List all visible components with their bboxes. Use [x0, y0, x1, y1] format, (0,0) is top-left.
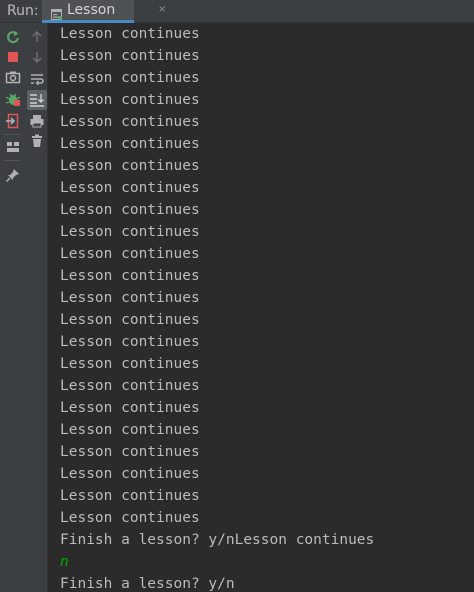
trash-icon[interactable] [29, 133, 45, 149]
console-output-line: Lesson continues [60, 488, 200, 504]
run-toolbar-left [0, 23, 25, 592]
print-icon[interactable] [29, 113, 45, 129]
console-output-line: Finish a lesson? y/nLesson continues [60, 532, 375, 548]
layout-icon[interactable] [5, 139, 21, 155]
tab-lesson[interactable]: Lesson × [42, 0, 166, 23]
console-output-line: Lesson continues [60, 48, 200, 64]
console-output-line: Lesson continues [60, 26, 200, 42]
console-output-line: Lesson continues [60, 114, 200, 130]
console-output-line: Lesson continues [60, 92, 200, 108]
console-output-line: Lesson continues [60, 466, 200, 482]
stop-icon[interactable] [5, 49, 21, 65]
tab-label: Lesson [67, 2, 116, 18]
console-output-line: Lesson continues [60, 290, 200, 306]
console-output-line: Lesson continues [60, 246, 200, 262]
console-output-line: Lesson continues [60, 422, 200, 438]
console-output-line: Lesson continues [60, 334, 200, 350]
arrow-down-icon[interactable] [29, 49, 45, 65]
scroll-to-end-icon[interactable] [27, 90, 47, 110]
console-icon [51, 5, 62, 20]
close-icon[interactable]: × [158, 4, 166, 16]
console-lines: Lesson continues Lesson continues Lesson c… [60, 23, 374, 592]
run-toolbar-right [25, 23, 48, 592]
console-output-line: Lesson continues [60, 312, 200, 328]
console-output-line: Lesson continues [60, 356, 200, 372]
exit-icon[interactable] [5, 113, 21, 129]
console-output-line: Lesson continues [60, 224, 200, 240]
camera-icon[interactable] [5, 69, 21, 85]
pin-icon[interactable] [5, 167, 21, 183]
run-label: Run: [7, 3, 39, 19]
console-output-line: Lesson continues [60, 268, 200, 284]
arrow-up-icon[interactable] [29, 29, 45, 45]
debug-icon[interactable] [5, 91, 21, 107]
console-output-line: Lesson continues [60, 158, 200, 174]
console-output-line: Lesson continues [60, 444, 200, 460]
console-output-line: Lesson continues [60, 378, 200, 394]
console-output-line: Lesson continues [60, 70, 200, 86]
soft-wrap-icon[interactable] [29, 71, 45, 87]
run-header: Run: Lesson × [0, 0, 474, 23]
console-input-line: n [60, 554, 69, 570]
console-output-line: Lesson continues [60, 510, 200, 526]
console-output-line: Lesson continues [60, 400, 200, 416]
rerun-icon[interactable] [5, 29, 21, 45]
console-output[interactable]: Lesson continues Lesson continues Lesson c… [48, 23, 474, 592]
console-output-line: Lesson continues [60, 136, 200, 152]
console-output-line: Lesson continues [60, 180, 200, 196]
console-output-line: Finish a lesson? y/n [60, 576, 235, 592]
console-output-line: Lesson continues [60, 202, 200, 218]
